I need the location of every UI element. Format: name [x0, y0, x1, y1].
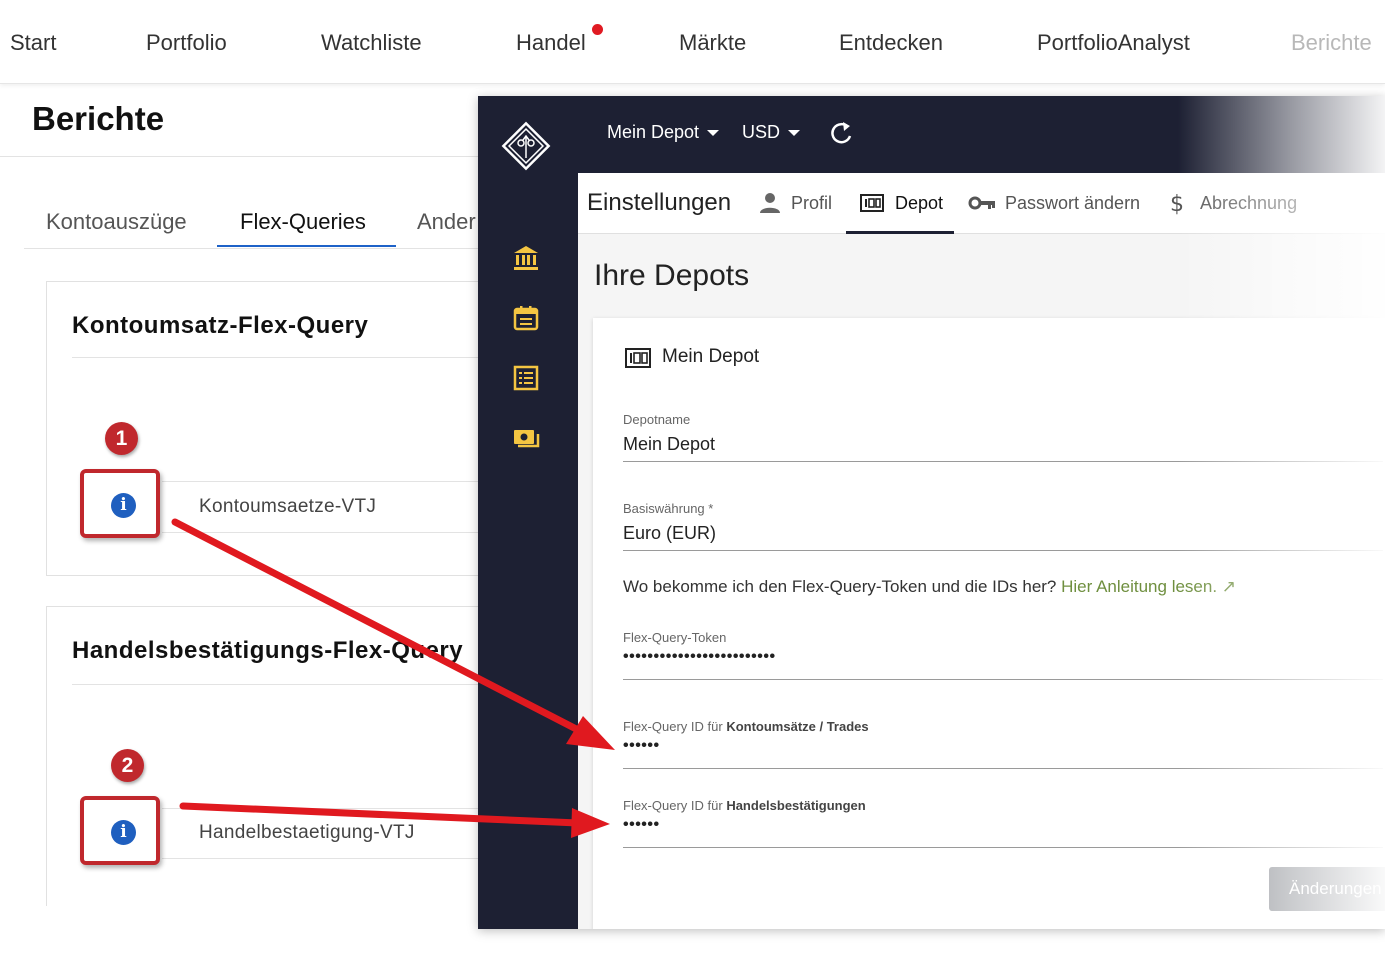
input-underline	[623, 847, 1383, 848]
divider	[72, 357, 492, 358]
depot-dropdown-label: Mein Depot	[607, 122, 700, 142]
input-underline	[623, 550, 1383, 551]
section-title: Ihre Depots	[594, 259, 750, 292]
save-changes-button[interactable]: Änderungen	[1269, 867, 1385, 911]
top-navigation: Start Portfolio Watchliste Handel Märkte…	[0, 0, 1385, 84]
trades-id-input[interactable]: ••••••	[623, 737, 660, 755]
currency-dropdown[interactable]: USD	[742, 122, 801, 143]
card-title: Handelsbestätigungs-Flex-Query	[72, 637, 464, 664]
card-title: Kontoumsatz-Flex-Query	[72, 312, 369, 339]
depot-icon	[860, 194, 884, 212]
divider	[162, 532, 492, 533]
divider	[162, 858, 492, 859]
confirmations-id-label: Flex-Query ID für Handelsbestätigungen	[623, 798, 866, 813]
divider	[162, 481, 492, 482]
list-icon[interactable]	[512, 364, 540, 392]
chevron-down-icon	[788, 130, 801, 137]
dollar-icon: $	[1170, 192, 1184, 215]
page-title: Berichte	[32, 100, 165, 137]
depotname-label: Depotname	[623, 412, 691, 427]
settings-window: Mein Depot USD Einstellungen Profil Depo…	[478, 96, 1385, 929]
info-icon[interactable]: i	[111, 820, 136, 845]
divider	[0, 156, 480, 157]
sync-icon[interactable]	[828, 119, 854, 147]
tab-flex-queries[interactable]: Flex-Queries	[240, 209, 366, 235]
active-tab-indicator	[217, 245, 396, 247]
nav-maerkte[interactable]: Märkte	[679, 30, 746, 56]
calendar-icon[interactable]	[512, 304, 540, 332]
notification-dot	[592, 24, 603, 35]
nav-portfolioanalyst[interactable]: PortfolioAnalyst	[1037, 30, 1190, 56]
key-icon	[968, 196, 995, 210]
nav-handel[interactable]: Handel	[516, 30, 586, 56]
annotation-badge-2: 2	[111, 749, 144, 782]
query-name[interactable]: Handelbestaetigung-VTJ	[199, 822, 415, 844]
tab-passwort-aendern[interactable]: Passwort ändern	[1005, 193, 1140, 214]
depotname-input[interactable]: Mein Depot	[623, 434, 715, 455]
depot-card-title: Mein Depot	[662, 346, 760, 367]
svg-text:$: $	[1170, 192, 1184, 215]
settings-title: Einstellungen	[587, 189, 732, 216]
query-name[interactable]: Kontoumsaetze-VTJ	[199, 496, 376, 518]
depot-card: Mein Depot Depotname Mein Depot Basiswäh…	[593, 318, 1385, 929]
input-underline	[623, 768, 1383, 769]
nav-watchlist[interactable]: Watchliste	[321, 30, 422, 56]
currency-dropdown-label: USD	[742, 122, 781, 142]
label-emphasis: Handelsbestätigungen	[726, 798, 866, 813]
info-highlight-box: i	[80, 469, 160, 538]
cash-icon[interactable]	[512, 424, 540, 452]
help-link[interactable]: Hier Anleitung lesen. ↗	[1061, 577, 1236, 596]
nav-entdecken[interactable]: Entdecken	[839, 30, 943, 56]
app-header: Mein Depot USD	[478, 96, 1385, 173]
token-label: Flex-Query-Token	[623, 630, 727, 645]
currency-label: Basiswährung *	[623, 501, 714, 516]
settings-tabs-bar: Einstellungen Profil Depot Passwort ände…	[578, 173, 1385, 234]
app-sidebar	[478, 173, 578, 929]
tab-profil[interactable]: Profil	[791, 193, 832, 214]
token-input[interactable]: •••••••••••••••••••••••••	[623, 648, 776, 666]
label-prefix: Flex-Query ID für	[623, 719, 723, 734]
bank-icon[interactable]	[512, 244, 540, 272]
annotation-badge-1: 1	[105, 422, 138, 455]
tab-kontoauszuege[interactable]: Kontoauszüge	[46, 209, 187, 235]
divider	[24, 248, 480, 249]
nav-berichte[interactable]: Berichte	[1291, 30, 1372, 56]
person-icon	[760, 193, 780, 213]
tab-depot[interactable]: Depot	[895, 193, 943, 214]
divider	[162, 808, 492, 809]
info-highlight-box: i	[80, 796, 160, 865]
help-text: Wo bekomme ich den Flex-Query-Token und …	[623, 577, 1236, 597]
tab-abrechnung[interactable]: Abrechnung	[1200, 193, 1297, 214]
active-tab-indicator	[846, 231, 954, 234]
info-icon[interactable]: i	[111, 493, 136, 518]
label-emphasis: Kontoumsätze / Trades	[726, 719, 869, 734]
trades-id-label: Flex-Query ID für Kontoumsätze / Trades	[623, 719, 869, 734]
input-underline	[623, 461, 1383, 462]
tab-andere[interactable]: Ander	[417, 209, 476, 235]
help-question: Wo bekomme ich den Flex-Query-Token und …	[623, 577, 1057, 596]
app-logo-icon	[501, 121, 551, 171]
chevron-down-icon	[707, 130, 720, 137]
nav-start[interactable]: Start	[10, 30, 56, 56]
nav-portfolio[interactable]: Portfolio	[146, 30, 227, 56]
confirmations-id-input[interactable]: ••••••	[623, 816, 660, 834]
input-underline	[623, 679, 1383, 680]
currency-select[interactable]: Euro (EUR)	[623, 523, 716, 544]
label-prefix: Flex-Query ID für	[623, 798, 723, 813]
divider	[72, 684, 492, 685]
depot-icon	[625, 348, 651, 368]
depot-dropdown[interactable]: Mein Depot	[607, 122, 720, 143]
